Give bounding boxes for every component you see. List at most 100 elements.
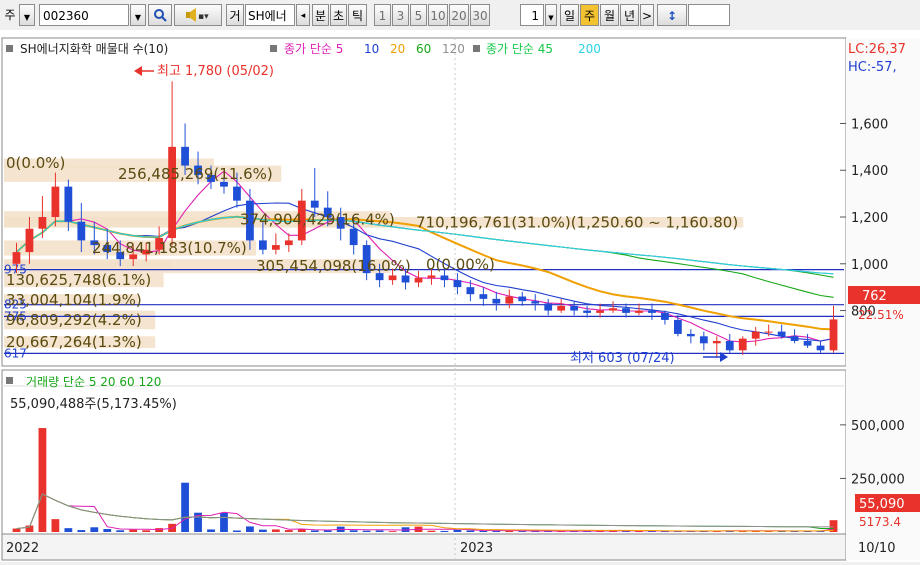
- candle-body: [725, 340, 734, 351]
- market-select[interactable]: 주: [2, 4, 18, 26]
- candle-body: [751, 331, 760, 339]
- unit-minute-button[interactable]: 분: [312, 4, 329, 26]
- candle-body: [622, 308, 630, 313]
- legend-group2: 종가 단순 45: [486, 42, 553, 56]
- interval-10-button[interactable]: 10: [428, 4, 448, 26]
- volume-bar: [427, 530, 436, 532]
- stock-search-button[interactable]: [148, 4, 172, 26]
- volume-bar: [51, 519, 60, 532]
- speaker-icon: ▪▾: [186, 8, 209, 22]
- candle-body: [505, 296, 514, 304]
- name-toggle-button[interactable]: 거: [226, 4, 244, 26]
- interval-3-button[interactable]: 3: [392, 4, 409, 26]
- stock-name-field: SH에너: [245, 4, 295, 26]
- volume-bar: [142, 530, 151, 532]
- svg-text:▪▾: ▪▾: [198, 12, 209, 22]
- candle-body: [427, 275, 436, 278]
- volume-profile-label: 305,454,098(16.0%): [256, 257, 411, 275]
- chevron-down-icon: ▼: [134, 13, 142, 22]
- unit-tick-button[interactable]: 틱: [348, 4, 367, 26]
- x-label-2023: 2023: [460, 541, 493, 556]
- period-count-input[interactable]: 1: [520, 4, 544, 26]
- last-price-label: 762: [862, 289, 887, 304]
- volume-bar: [77, 530, 86, 532]
- volume-profile-label: 130,625,748(6.1%): [6, 271, 151, 289]
- volume-bar: [259, 529, 267, 532]
- volume-bar: [155, 528, 164, 532]
- stock-code-input[interactable]: 002360: [39, 4, 129, 26]
- max-label: 최고 1,780 (05/02): [157, 64, 274, 79]
- candle-body: [310, 200, 319, 208]
- candle-body: [38, 217, 47, 229]
- volume-profile-label: 0(0.0%): [6, 154, 65, 172]
- scroll-next-button[interactable]: >: [640, 4, 654, 26]
- chart-area: 975 825 775 617 0(0.0%) 256,485,269(11.6%) 37…: [0, 30, 920, 562]
- candle-body: [790, 336, 799, 341]
- volume-bar: [323, 530, 332, 532]
- volume-bar: [12, 528, 21, 532]
- volume-tick-label: 500,000: [851, 419, 905, 434]
- extra-input[interactable]: [688, 4, 730, 26]
- candle-body: [609, 308, 617, 311]
- volume-bar: [220, 512, 228, 532]
- candle-body: [570, 305, 579, 311]
- volume-bar: [388, 531, 397, 532]
- volume-bar: [349, 530, 358, 532]
- candle-body: [518, 296, 527, 302]
- candle-body: [453, 280, 462, 288]
- volume-bar: [375, 530, 384, 532]
- candle-body: [25, 228, 34, 253]
- min-label: 최저 603 (07/24): [570, 351, 675, 366]
- volume-profile-label: 96,809,292(4.2%): [6, 311, 142, 329]
- volume-bar: [297, 529, 306, 532]
- volume-bar: [116, 530, 125, 532]
- volume-bar: [362, 530, 371, 532]
- candle-body: [271, 245, 280, 250]
- period-day-button[interactable]: 일: [560, 4, 579, 26]
- candle-body: [492, 298, 501, 304]
- scroll-prev-button[interactable]: ◂: [296, 4, 310, 26]
- volume-bar: [64, 528, 73, 532]
- interval-1-button[interactable]: 1: [374, 4, 391, 26]
- candle-body: [440, 275, 449, 281]
- candle-body: [259, 240, 267, 250]
- unit-second-button[interactable]: 초: [330, 4, 347, 26]
- interval-5-button[interactable]: 5: [410, 4, 427, 26]
- volume-profile-label: 33,004,104(1.9%): [6, 291, 142, 309]
- volume-tick-label: 250,000: [851, 472, 905, 487]
- candle-body: [803, 340, 812, 346]
- interval-20-button[interactable]: 20: [449, 4, 469, 26]
- legend-group1: 종가 단순 5: [284, 42, 343, 56]
- volume-bar: [233, 530, 241, 532]
- candle-body: [51, 186, 60, 218]
- volume-profile-label: 20,667,264(1.3%): [6, 333, 142, 351]
- candle-body: [686, 333, 695, 337]
- code-dropdown-button[interactable]: ▼: [130, 4, 146, 26]
- sort-toggle-button[interactable]: ↕: [657, 4, 687, 26]
- volume-profile-label: 256,485,269(11.6%): [118, 165, 273, 183]
- period-week-button[interactable]: 주: [580, 4, 599, 26]
- period-year-button[interactable]: 년: [620, 4, 639, 26]
- volume-bar: [246, 526, 254, 532]
- candle-body: [544, 303, 553, 311]
- candle-body: [414, 277, 423, 283]
- sound-button[interactable]: ▪▾: [174, 4, 222, 26]
- y-tick-label: 1,600: [851, 117, 888, 132]
- chevron-down-icon: ▼: [548, 14, 554, 22]
- market-dropdown-button[interactable]: ▼: [19, 4, 35, 26]
- stock-chart-svg: 975825775617 0(0.0%)256,485,269(11.6%)37…: [1, 37, 920, 561]
- period-month-button[interactable]: 월: [600, 4, 619, 26]
- candle-body: [777, 331, 786, 337]
- volume-bar: [181, 482, 189, 532]
- bottom-right-label: 10/10: [858, 541, 895, 556]
- candle-body: [181, 146, 189, 166]
- legend-title: SH에너지화학 매물대 수(10): [20, 42, 168, 56]
- corner-lc: LC:26,37: [848, 42, 906, 57]
- volume-panel-frame: [1, 369, 847, 535]
- period-count-dropdown[interactable]: ▼: [545, 4, 557, 26]
- interval-30-button[interactable]: 30: [470, 4, 490, 26]
- volume-bar: [38, 428, 47, 532]
- candle-body: [764, 331, 773, 333]
- candle-body: [12, 252, 21, 264]
- y-tick-label: 1,200: [851, 211, 888, 226]
